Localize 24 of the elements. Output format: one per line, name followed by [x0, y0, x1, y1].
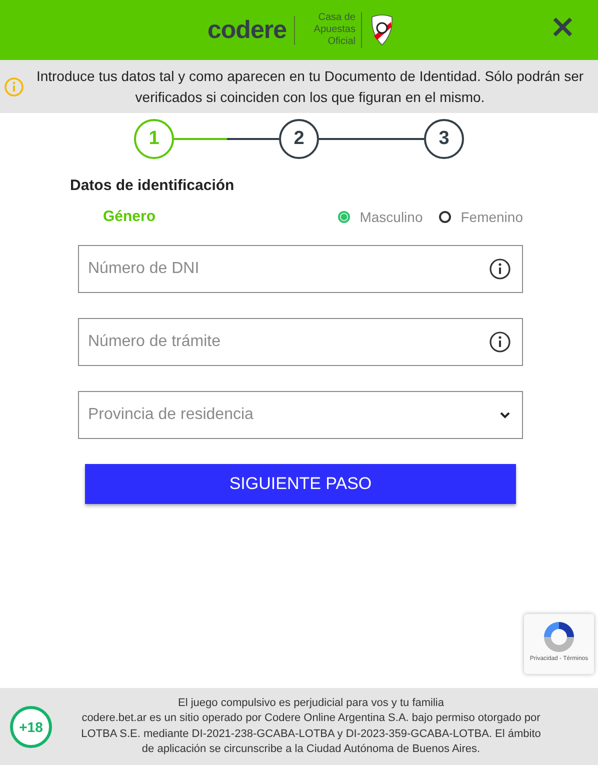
close-button[interactable]: × [545, 8, 580, 44]
input-field[interactable]: Número de DNI [78, 245, 523, 293]
shield-icon [370, 14, 394, 46]
age-badge: +18 [10, 706, 52, 748]
dropdown-field[interactable]: Provincia de residencia [78, 391, 523, 439]
step-indicator: 1 [134, 119, 174, 159]
input-field[interactable]: Número de trámite [78, 318, 523, 366]
notice-text: Introduce tus datos tal y como aparecen en tu Documento de Identidad. Sólo podrán ser verificados si coinciden con los que figuran en el mismo. [35, 66, 585, 107]
brand-logo: codere [208, 16, 296, 44]
brand-tagline: Casa de Apuestas Oficial [303, 12, 362, 48]
step-indicator: 2 [279, 119, 319, 159]
progress-line [174, 138, 226, 140]
gambling-warning: El juego compulsivo es perjudicial para vos y tu familia [178, 696, 444, 710]
gender-label: Género [103, 208, 156, 225]
section-title: Datos de identificación [70, 177, 236, 194]
info-icon[interactable] [489, 258, 511, 280]
radio-option[interactable]: Femenino [438, 208, 523, 224]
legal-text: codere.bet.ar es un sitio operado por Codere Online Argentina S.A. bajo permiso otorgado por LOTBA S.E. mediante DI-2021-238-GCABA-LOTBA y DI-2023-359-GCABA-LOTBA. El ámbito de aplicación se circunscribe a la Ciudad Autónoma de Buenos Aires. [80, 711, 542, 757]
radio-option[interactable]: Masculino [338, 208, 423, 224]
info-icon [4, 76, 24, 96]
step-indicator: 3 [424, 119, 464, 159]
info-icon[interactable] [489, 331, 511, 353]
next-step-button[interactable]: SIGUIENTE PASO [85, 464, 516, 504]
chevron-down-icon [500, 412, 510, 418]
